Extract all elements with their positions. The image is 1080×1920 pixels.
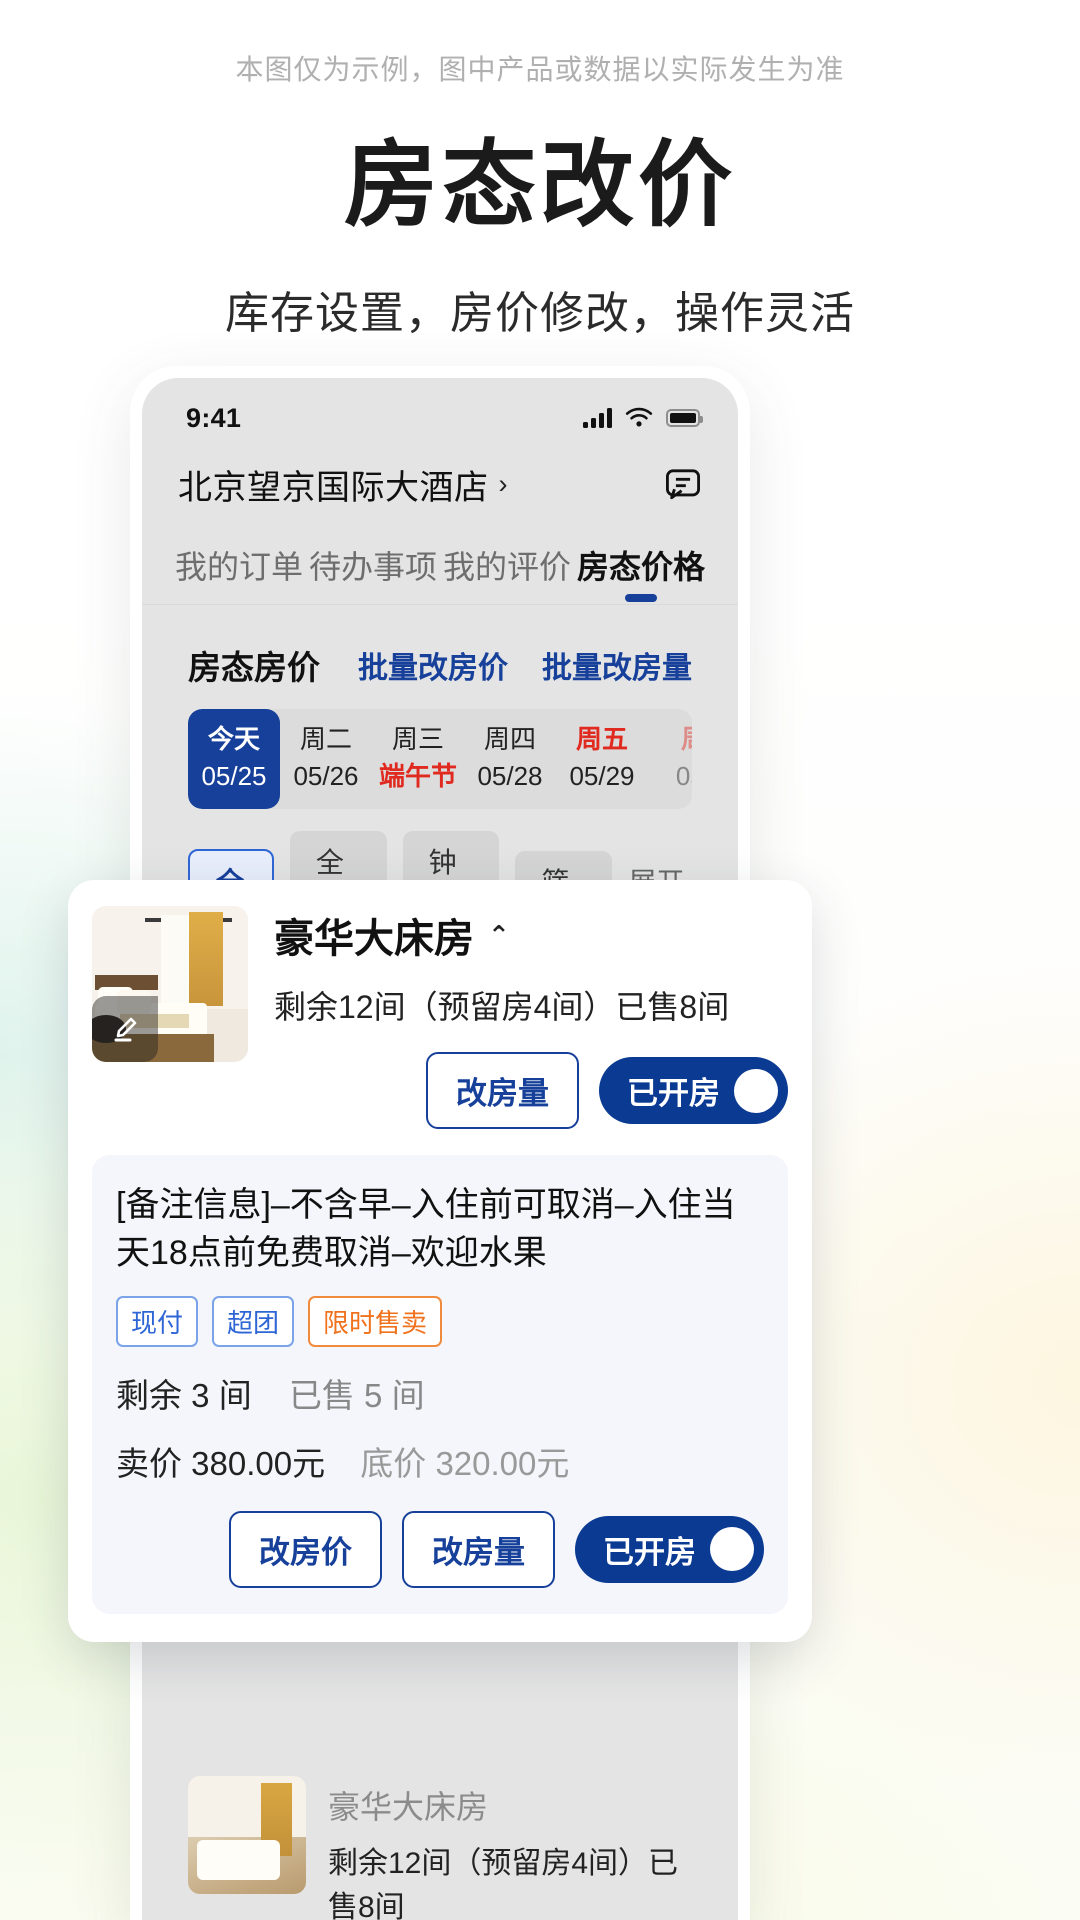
disclaimer-text: 本图仅为示例，图中产品或数据以实际发生为准 <box>0 48 1080 88</box>
date-cell-weekend[interactable]: 周五 05/29 <box>556 709 648 809</box>
tab-todo[interactable]: 待办事项 <box>306 542 440 604</box>
tag-group: 超团 <box>212 1296 294 1347</box>
tag-limited-time: 限时售卖 <box>308 1296 442 1347</box>
rate-plan-stock-row: 剩余 3 间 已售 5 间 <box>116 1369 764 1417</box>
toggle-knob <box>710 1527 754 1571</box>
overlay-room-stock: 剩余12间（预留房4间）已售8间 <box>274 982 788 1028</box>
status-icons <box>583 407 700 429</box>
rate-plan-open-toggle-label: 已开房 <box>603 1527 696 1572</box>
date-value: 05/26 <box>286 758 366 795</box>
status-bar: 9:41 <box>142 378 738 446</box>
tab-room-status-price[interactable]: 房态价格 <box>574 542 708 604</box>
hotel-name: 北京望京国际大酒店 <box>178 460 489 509</box>
date-strip[interactable]: 今天 05/25 周二 05/26 周三 端午节 周四 05/28 <box>188 709 692 809</box>
room-open-toggle[interactable]: 已开房 <box>599 1057 788 1124</box>
page-title: 房态改价 <box>0 136 1080 235</box>
date-value: 05/25 <box>194 758 274 795</box>
date-weekday: 周四 <box>470 721 550 758</box>
tab-my-reviews[interactable]: 我的评价 <box>440 542 574 604</box>
card-links[interactable]: 批量改房价 批量改房量 <box>358 643 692 687</box>
change-quantity-button-rate[interactable]: 改房量 <box>402 1511 555 1588</box>
date-weekday: 周五 <box>562 721 642 758</box>
rate-plan-base-price: 底价 320.00元 <box>360 1445 569 1482</box>
main-tabs[interactable]: 我的订单 待办事项 我的评价 房态价格 <box>142 527 738 605</box>
date-cell[interactable]: 周四 05/28 <box>464 709 556 809</box>
rate-plan-tags: 现付 超团 限时售卖 <box>116 1296 764 1347</box>
lower-room-row: 豪华大床房 剩余12间（预留房4间）已售8间 <box>164 1776 716 1920</box>
date-cell[interactable]: 周二 05/26 <box>280 709 372 809</box>
date-weekday: 今天 <box>194 721 274 758</box>
caret-up-icon: ⌃ <box>488 920 510 951</box>
date-value: 05/28 <box>470 758 550 795</box>
batch-change-price-link[interactable]: 批量改房价 <box>358 643 508 687</box>
message-icon[interactable] <box>664 468 702 502</box>
overlay-room-title: 豪华大床房 <box>274 906 474 964</box>
lower-room-title: 豪华大床房 <box>328 1782 692 1828</box>
edit-pencil-icon[interactable] <box>92 996 158 1062</box>
tab-my-orders[interactable]: 我的订单 <box>172 542 306 604</box>
change-price-button[interactable]: 改房价 <box>229 1511 382 1588</box>
rate-plan-open-toggle[interactable]: 已开房 <box>575 1516 764 1583</box>
date-value: 05/29 <box>562 758 642 795</box>
rate-plan-sold: 已售 5 间 <box>289 1377 425 1414</box>
room-open-toggle-label: 已开房 <box>627 1068 720 1113</box>
overlay-room-info: 豪华大床房 ⌃ 剩余12间（预留房4间）已售8间 改房量 已开房 <box>274 906 788 1129</box>
card-title: 房态房价 <box>188 641 320 689</box>
signal-bars-icon <box>583 408 612 428</box>
battery-icon <box>666 409 700 427</box>
date-weekday: 周三 <box>378 721 458 758</box>
room-detail-overlay: 豪华大床房 ⌃ 剩余12间（预留房4间）已售8间 改房量 已开房 [备注信息]–… <box>68 880 812 1642</box>
batch-change-qty-link[interactable]: 批量改房量 <box>542 643 692 687</box>
tag-prepay: 现付 <box>116 1296 198 1347</box>
wifi-icon <box>625 407 653 429</box>
toggle-knob <box>734 1069 778 1113</box>
rate-plan-panel: [备注信息]–不含早–入住前可取消–入住当天18点前免费取消–欢迎水果 现付 超… <box>92 1155 788 1614</box>
overlay-room-actions: 改房量 已开房 <box>274 1052 788 1129</box>
chevron-right-icon: › <box>499 469 508 500</box>
change-quantity-button[interactable]: 改房量 <box>426 1052 579 1129</box>
rate-plan-sell-price: 卖价 380.00元 <box>116 1445 325 1482</box>
date-cell-holiday[interactable]: 周三 端午节 <box>372 709 464 809</box>
date-value: 端午节 <box>378 758 458 795</box>
date-cell-cut[interactable]: 周 05, <box>648 709 692 809</box>
rate-plan-remaining: 剩余 3 间 <box>116 1377 252 1414</box>
status-time: 9:41 <box>186 403 241 434</box>
room-photo[interactable] <box>92 906 248 1062</box>
rate-plan-name: [备注信息]–不含早–入住前可取消–入住当天18点前免费取消–欢迎水果 <box>116 1181 764 1278</box>
rate-plan-actions: 改房价 改房量 已开房 <box>116 1511 764 1588</box>
lower-room-stock: 剩余12间（预留房4间）已售8间 <box>328 1838 692 1920</box>
overlay-room-header: 豪华大床房 ⌃ 剩余12间（预留房4间）已售8间 改房量 已开房 <box>92 906 788 1129</box>
hotel-header[interactable]: 北京望京国际大酒店 › <box>142 446 738 527</box>
date-value: 05, <box>654 758 692 795</box>
date-weekday: 周 <box>654 721 692 758</box>
rate-plan-price-row: 卖价 380.00元 底价 320.00元 <box>116 1437 764 1485</box>
date-weekday: 周二 <box>286 721 366 758</box>
date-cell-today[interactable]: 今天 05/25 <box>188 709 280 809</box>
overlay-room-title-row[interactable]: 豪华大床房 ⌃ <box>274 906 788 964</box>
room-thumbnail-2 <box>188 1776 306 1894</box>
card-header: 房态房价 批量改房价 批量改房量 <box>188 641 692 689</box>
page-subtitle: 库存设置，房价修改，操作灵活 <box>0 277 1080 341</box>
promo-header: 本图仅为示例，图中产品或数据以实际发生为准 房态改价 库存设置，房价修改，操作灵… <box>0 0 1080 341</box>
